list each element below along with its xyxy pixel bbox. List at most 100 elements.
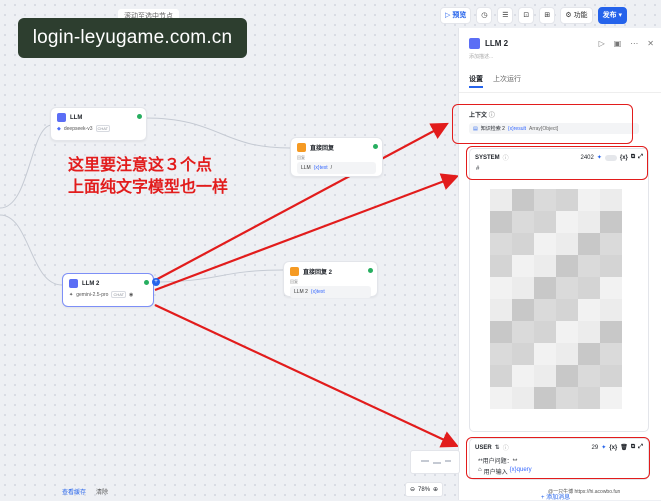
node-settings-panel: LLM 2 ▷ ▣ ⋯ ✕ 添加描述... 设置 上次运行 上下文 ⓘ ▤ 知识… <box>458 28 661 501</box>
blur-cell <box>490 299 512 321</box>
close-icon[interactable]: ✕ <box>647 39 654 48</box>
blur-cell <box>534 343 556 365</box>
blur-cell <box>512 255 534 277</box>
blur-cell <box>490 277 512 299</box>
checklist-icon[interactable]: ☰ <box>497 6 514 24</box>
blur-cell <box>512 321 534 343</box>
blur-cell <box>490 321 512 343</box>
blur-cell <box>600 387 622 409</box>
more-icon[interactable]: ⋯ <box>630 39 638 48</box>
publish-button[interactable]: 发布 ▾ <box>597 6 628 24</box>
blur-cell <box>534 299 556 321</box>
model-name: deepseek-v3 <box>63 125 93 132</box>
panel-tabs: 设置 上次运行 <box>459 64 661 93</box>
preview-label: 预览 <box>452 12 467 19</box>
blur-cell <box>534 387 556 409</box>
edge-start-llm2 <box>0 214 63 286</box>
blur-cell <box>490 189 512 211</box>
blur-cell <box>556 211 578 233</box>
blur-cell <box>578 343 600 365</box>
blur-cell <box>512 211 534 233</box>
minimap[interactable] <box>410 450 460 474</box>
blur-cell <box>556 343 578 365</box>
watermark-banner: login-leyugame.com.cn <box>18 18 247 58</box>
blur-cell <box>556 321 578 343</box>
reply-label: 回复 <box>297 155 305 160</box>
minimap-preview <box>421 460 451 464</box>
reply-ref: LLM 2 {x}text <box>290 286 371 298</box>
blur-cell <box>490 387 512 409</box>
blur-cell <box>556 189 578 211</box>
blur-cell <box>556 365 578 387</box>
ref-suffix: / <box>330 165 333 171</box>
blur-cell <box>578 255 600 277</box>
description-input[interactable]: 添加描述... <box>459 49 661 64</box>
blur-cell <box>600 211 622 233</box>
status-ok-icon <box>144 280 149 285</box>
blur-cell <box>490 365 512 387</box>
blur-cell <box>600 255 622 277</box>
reply-label: 回复 <box>290 279 298 284</box>
gemini-icon: ✦ <box>69 291 74 298</box>
view-cache-link[interactable]: 查看缓存 <box>62 487 86 496</box>
chevron-down-icon: ▾ <box>618 12 623 19</box>
node-title: LLM 2 <box>82 280 100 287</box>
blur-cell <box>512 233 534 255</box>
blur-cell <box>490 211 512 233</box>
blur-cell <box>556 387 578 409</box>
blur-cell <box>578 189 600 211</box>
blur-cell <box>578 233 600 255</box>
annotation-line-2: 上面纯文字模型也一样 <box>68 179 229 196</box>
zoom-control[interactable]: ⊖ 78% ⊕ <box>405 482 444 497</box>
zoom-out-icon[interactable]: ⊖ <box>410 486 415 493</box>
blur-cell <box>534 211 556 233</box>
model-tag: CHAT <box>95 125 111 132</box>
blur-cell <box>490 255 512 277</box>
blur-cell <box>600 189 622 211</box>
blur-cell <box>556 233 578 255</box>
ref-var: {x}text <box>310 289 325 295</box>
run-icon[interactable]: ▷ <box>599 39 605 48</box>
eye-icon: ◉ <box>129 291 134 298</box>
highlight-user <box>466 437 650 479</box>
blur-cell <box>556 255 578 277</box>
blur-cell <box>490 343 512 365</box>
features-button[interactable]: ⚙ 功能 <box>560 6 593 24</box>
publish-label: 发布 <box>602 12 617 19</box>
blur-cell <box>512 189 534 211</box>
import-icon[interactable]: ⊞ <box>539 6 556 24</box>
add-node-button[interactable]: + <box>152 278 160 286</box>
blur-cell <box>600 321 622 343</box>
tab-last-run[interactable]: 上次运行 <box>493 74 521 88</box>
tab-settings[interactable]: 设置 <box>469 74 483 88</box>
node-direct-reply-2[interactable]: 直接回复 2 回复 LLM 2 {x}text <box>283 261 378 298</box>
edge-start-llm <box>0 124 53 209</box>
panel-title: LLM 2 <box>485 39 509 48</box>
status-ok-icon <box>368 268 373 273</box>
ref-node: LLM <box>301 165 311 171</box>
blurred-prompt-content <box>490 189 622 409</box>
preview-button[interactable]: ▷ 预览 <box>440 6 472 24</box>
clear-link[interactable]: 清除 <box>96 487 108 496</box>
annotation-line-1: 这里要注意这３个点 <box>68 157 213 174</box>
blur-cell <box>534 189 556 211</box>
blur-cell <box>600 277 622 299</box>
blur-cell <box>578 365 600 387</box>
history-icon[interactable]: ◷ <box>476 6 493 24</box>
ref-node: LLM 2 <box>294 289 308 295</box>
zoom-in-icon[interactable]: ⊕ <box>433 486 438 493</box>
blur-cell <box>578 277 600 299</box>
blur-cell <box>600 365 622 387</box>
docs-icon[interactable]: ▣ <box>614 39 622 48</box>
highlight-context <box>452 104 633 144</box>
model-name: gemini-2.5-pro <box>76 291 109 298</box>
reply-ref: LLM {x}text / <box>297 162 376 174</box>
export-icon[interactable]: ⊡ <box>518 6 535 24</box>
node-llm-2[interactable]: LLM 2 ✦ gemini-2.5-pro CHAT ◉ + <box>62 273 160 307</box>
node-direct-reply[interactable]: 直接回复 回复 LLM {x}text / <box>290 137 383 177</box>
node-title: 直接回复 <box>310 146 335 152</box>
reply-icon <box>297 143 306 152</box>
llm-icon <box>57 113 66 122</box>
node-llm[interactable]: LLM ◆ deepseek-v3 CHAT <box>50 107 147 141</box>
system-prompt-box[interactable]: SYSTEM ⓘ 2402 ✦ {x} ⧉ ⤢ # <box>469 148 649 432</box>
